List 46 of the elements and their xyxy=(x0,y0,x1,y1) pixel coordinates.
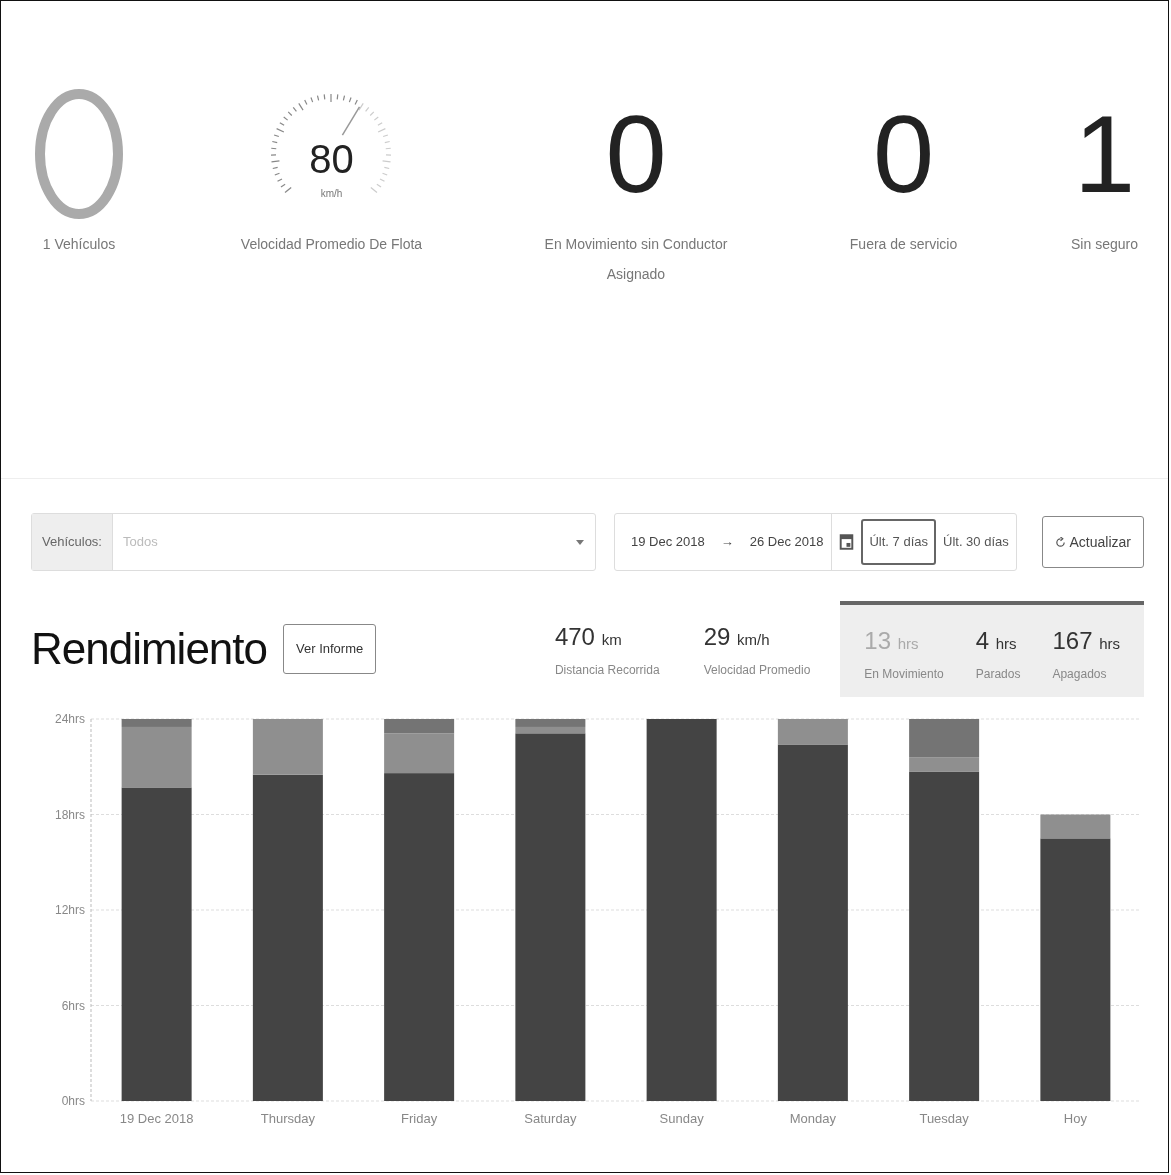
arrow-icon: → xyxy=(712,532,742,552)
vehicle-select[interactable]: Vehículos: Todos xyxy=(31,513,596,571)
axis-label: 18hrs xyxy=(54,807,85,822)
date-to[interactable]: 26 Dec 2018 xyxy=(741,532,832,552)
speed-unit: km/h xyxy=(319,187,344,201)
axis-label: Sunday xyxy=(659,1111,704,1126)
speed-value: 80 xyxy=(308,139,355,179)
stat-label: Velocidad Promedio De Flota xyxy=(240,235,423,254)
refresh-button[interactable]: Actualizar xyxy=(1041,516,1144,568)
refresh-icon xyxy=(1054,536,1066,548)
stat-label: Fuera de servicio xyxy=(849,235,958,254)
axis-label: Tuesday xyxy=(919,1111,969,1126)
range-button[interactable]: Últ. 7 días xyxy=(861,519,936,565)
axis-label: Monday xyxy=(789,1111,836,1126)
metric-label: En Movimiento xyxy=(864,666,944,683)
axis-label: 6hrs xyxy=(61,998,85,1013)
calendar-icon[interactable] xyxy=(840,534,854,550)
stat-label: En Movimiento sin Conductor Asignado xyxy=(543,235,729,284)
stat-count: 1 xyxy=(1073,99,1136,209)
axis-label: 12hrs xyxy=(54,903,85,917)
date-from[interactable]: 19 Dec 2018 xyxy=(615,532,713,552)
axis-label: 19 Dec 2018 xyxy=(119,1111,194,1126)
axis-label: Hoy xyxy=(1063,1111,1087,1126)
axis-label: 0hrs xyxy=(61,1094,85,1108)
metric-label: Distancia Recorrida xyxy=(554,662,660,679)
stat-label: 1 Vehículos xyxy=(42,235,116,254)
axis-label: 24hrs xyxy=(54,712,85,726)
stat-count: 0 xyxy=(872,99,935,209)
axis-label: Friday xyxy=(401,1111,438,1126)
axis-label: Thursday xyxy=(260,1111,315,1126)
stat-label: Sin seguro xyxy=(1071,235,1138,254)
vehicle-label: Vehículos: xyxy=(32,514,113,570)
caret-icon xyxy=(576,540,584,545)
metric-value: 29 km/h xyxy=(703,622,771,652)
report-button[interactable]: Ver Informe xyxy=(283,624,377,674)
section-title: Rendimiento xyxy=(31,623,268,675)
metric-label: Velocidad Promedio xyxy=(703,662,811,679)
metric-value: 4 hrs xyxy=(975,626,1018,656)
metric-value: 13 hrs xyxy=(864,626,920,656)
range-button[interactable]: Últ. 30 días xyxy=(936,519,1016,565)
metric-label: Apagados xyxy=(1052,666,1108,683)
axis-label: Saturday xyxy=(524,1111,577,1126)
metric-value: 167 hrs xyxy=(1052,626,1120,656)
stat-count: 0 xyxy=(605,99,667,209)
metric-value: 470 km xyxy=(554,622,623,652)
metric-label: Parados xyxy=(975,666,1021,683)
